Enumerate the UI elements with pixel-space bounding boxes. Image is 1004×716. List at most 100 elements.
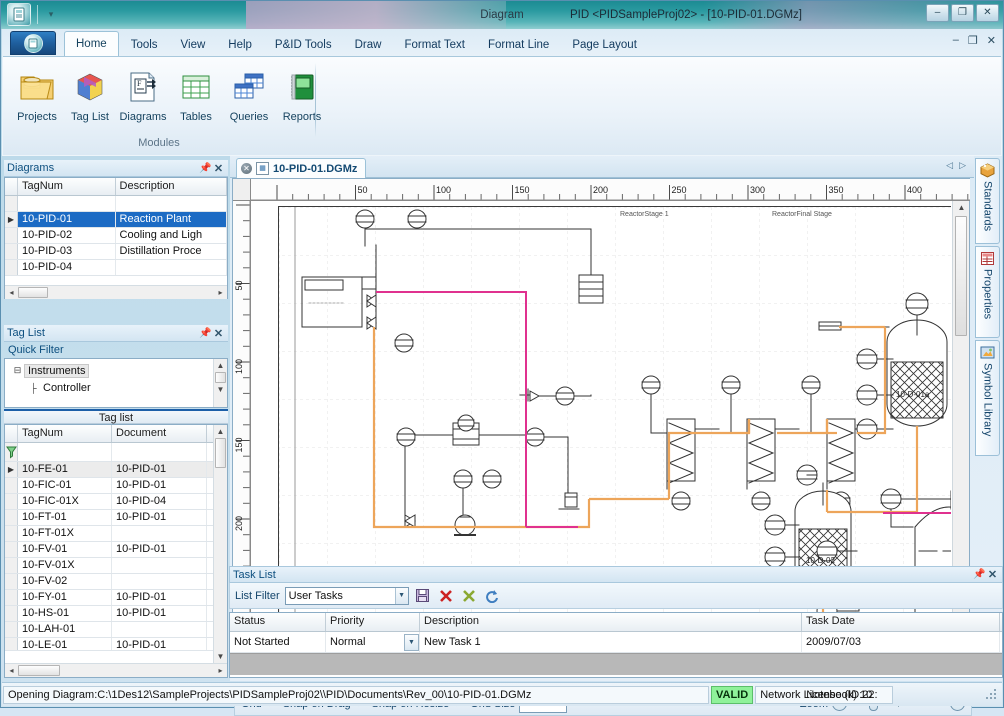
scroll-down-icon[interactable]: ▼ [217, 650, 225, 663]
column-header-description[interactable]: Description [116, 178, 227, 195]
scroll-up-icon[interactable]: ▲ [217, 425, 225, 438]
taglist-horizontal-scrollbar[interactable]: ◂ ▸ [5, 663, 227, 677]
mdi-restore-button[interactable]: ❐ [968, 34, 978, 47]
list-filter-combobox[interactable]: User Tasks ▼ [284, 586, 409, 605]
scrollbar-thumb[interactable] [215, 438, 226, 468]
close-button[interactable]: ✕ [976, 4, 999, 22]
scroll-right-icon[interactable]: ▸ [214, 288, 227, 297]
column-header-task-date[interactable]: Task Date [802, 613, 1000, 631]
tab-view[interactable]: View [170, 34, 217, 56]
table-row[interactable]: 10-FIC-01X 10-PID-04 [5, 494, 213, 510]
delete-task-green-icon[interactable] [460, 587, 478, 605]
quick-access-chevron-icon[interactable]: ▾ [43, 6, 59, 22]
mdi-close-button[interactable]: ✕ [987, 34, 996, 47]
tab-draw[interactable]: Draw [344, 34, 393, 56]
scrollbar-thumb[interactable] [215, 372, 226, 383]
close-icon[interactable]: ✕ [986, 568, 999, 581]
projects-button[interactable]: Projects [11, 61, 63, 133]
scrollbar-thumb[interactable] [18, 287, 48, 298]
taglist-grid[interactable]: TagNum Document ▶ 10-FE-01 10-PID-01 10-… [4, 424, 228, 678]
column-header-document[interactable]: Document [112, 425, 207, 442]
cell-priority[interactable]: Normal ▼ [326, 632, 420, 652]
chevron-down-icon[interactable]: ▼ [404, 633, 419, 651]
taglist-tree[interactable]: ⊟ Instruments ├ Controller ▲ ▼ [4, 358, 228, 408]
document-tab[interactable]: ✕ ▦ 10-PID-01.DGMz [236, 158, 367, 178]
column-header-description[interactable]: Description [420, 613, 802, 631]
delete-task-red-icon[interactable] [437, 587, 455, 605]
table-row[interactable]: 10-FIC-01 10-PID-01 [5, 478, 213, 494]
save-task-icon[interactable] [414, 587, 432, 605]
ribbon-orb-icon[interactable] [10, 31, 56, 55]
close-icon[interactable]: ✕ [212, 327, 225, 340]
refresh-task-icon[interactable] [483, 587, 501, 605]
scroll-up-icon[interactable]: ▲ [217, 359, 225, 372]
filter-row[interactable] [5, 443, 213, 462]
tree-node-instruments[interactable]: ⊟ Instruments [11, 362, 213, 379]
column-header-tagnum[interactable]: TagNum [18, 178, 116, 195]
pin-icon[interactable]: 📌 [199, 163, 212, 174]
scrollbar-thumb[interactable] [18, 665, 60, 676]
mdi-minimize-button[interactable]: – [953, 34, 959, 47]
diagrams-grid[interactable]: TagNum Description ▶ 10-PID-01 Reaction … [4, 177, 228, 299]
close-icon[interactable]: ✕ [212, 162, 225, 175]
table-row[interactable]: Not Started Normal ▼ New Task 1 2009/07/… [230, 632, 1002, 653]
app-orb-icon[interactable] [7, 3, 31, 26]
tag-list-button[interactable]: Tag List [64, 61, 116, 133]
taglist-vertical-scrollbar[interactable]: ▲ ▼ [213, 425, 227, 663]
funnel-filter-icon[interactable] [5, 443, 18, 461]
table-row[interactable]: 10-FV-01X [5, 558, 213, 574]
task-list-grid[interactable]: Status Priority Description Task Date No… [229, 612, 1003, 678]
table-row[interactable] [5, 196, 227, 212]
table-row[interactable]: 10-LAH-01 [5, 622, 213, 638]
tab-home[interactable]: Home [64, 31, 119, 56]
tables-button[interactable]: Tables [170, 61, 222, 133]
scroll-right-icon[interactable]: ▸ [214, 666, 227, 675]
reports-button[interactable]: Reports [276, 61, 328, 133]
table-row[interactable]: 10-LE-01 10-PID-01 [5, 638, 213, 651]
tab-format-text[interactable]: Format Text [393, 34, 476, 56]
scroll-left-icon[interactable]: ◂ [5, 288, 18, 297]
queries-button[interactable]: Queries [223, 61, 275, 133]
table-row[interactable]: ▶ 10-PID-01 Reaction Plant [5, 212, 227, 228]
filter-input-tagnum[interactable] [18, 443, 112, 461]
table-row[interactable]: 10-FV-01 10-PID-01 [5, 542, 213, 558]
minimize-button[interactable]: – [926, 4, 949, 22]
scroll-down-icon[interactable]: ▼ [217, 383, 225, 396]
table-row[interactable]: 10-PID-02 Cooling and Ligh [5, 228, 227, 244]
tab-tools[interactable]: Tools [120, 34, 169, 56]
tab-pid-tools[interactable]: P&ID Tools [264, 34, 343, 56]
scrollbar-thumb[interactable] [955, 216, 967, 336]
ruler-horizontal[interactable]: 50 100 150 200 250 300 350 400 [251, 179, 970, 201]
diagrams-horizontal-scrollbar[interactable]: ◂ ▸ [5, 285, 227, 299]
filter-input-document[interactable] [112, 443, 207, 461]
chevron-down-icon[interactable]: ▼ [394, 587, 408, 604]
column-header-priority[interactable]: Priority [326, 613, 420, 631]
table-row[interactable]: 10-HS-01 10-PID-01 [5, 606, 213, 622]
right-tab-properties[interactable]: Properties [975, 246, 1000, 338]
scroll-up-icon[interactable]: ▲ [953, 201, 970, 214]
tab-help[interactable]: Help [217, 34, 263, 56]
tab-format-line[interactable]: Format Line [477, 34, 560, 56]
column-header-status[interactable]: Status [230, 613, 326, 631]
right-tab-standards[interactable]: Standards [975, 158, 1000, 244]
nav-next-icon[interactable]: ▷ [959, 160, 966, 171]
resize-grip-icon[interactable] [985, 688, 999, 702]
close-circle-icon[interactable]: ✕ [241, 163, 252, 174]
pin-icon[interactable]: 📌 [199, 328, 212, 339]
table-row[interactable]: 10-PID-04 [5, 260, 227, 276]
table-row[interactable]: 10-FV-02 [5, 574, 213, 590]
pin-icon[interactable]: 📌 [973, 569, 986, 580]
tree-node-controller[interactable]: ├ Controller [11, 379, 213, 396]
table-row[interactable]: 10-FY-01 10-PID-01 [5, 590, 213, 606]
right-tab-symbol-library[interactable]: Symbol Library [975, 340, 1000, 456]
tab-page-layout[interactable]: Page Layout [561, 34, 648, 56]
nav-prev-icon[interactable]: ◁ [946, 160, 953, 171]
table-row[interactable]: 10-FT-01 10-PID-01 [5, 510, 213, 526]
maximize-button[interactable]: ❐ [951, 4, 974, 22]
column-header-tagnum[interactable]: TagNum [18, 425, 112, 442]
taglist-tree-vertical-scrollbar[interactable]: ▲ ▼ [213, 359, 227, 407]
scroll-left-icon[interactable]: ◂ [5, 666, 18, 675]
table-row[interactable]: 10-FT-01X [5, 526, 213, 542]
table-row[interactable]: 10-PID-03 Distillation Proce [5, 244, 227, 260]
diagrams-button[interactable]: F Diagrams [117, 61, 169, 133]
